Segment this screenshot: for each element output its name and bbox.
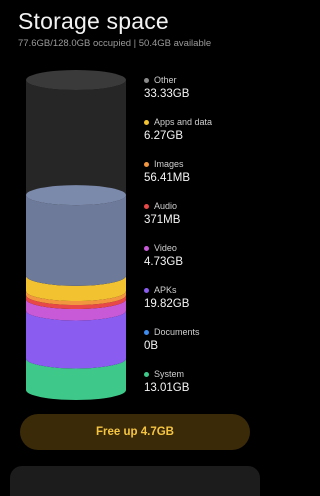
legend-label: Images <box>154 159 184 169</box>
legend-value: 4.73GB <box>144 256 183 268</box>
apks-dot-icon <box>144 287 149 293</box>
legend-value: 6.27GB <box>144 130 183 142</box>
legend-item-other[interactable]: Other 33.33GB <box>144 74 264 116</box>
cylinder-segment-other <box>26 195 126 286</box>
cylinder-fill-top <box>26 185 126 206</box>
legend-value: 56.41MB <box>144 172 191 184</box>
apps-dot-icon <box>144 119 149 125</box>
legend-label: Apps and data <box>154 117 213 127</box>
legend-label: Other <box>154 75 177 85</box>
other-dot-icon <box>144 77 149 83</box>
bottom-panel <box>10 466 260 496</box>
legend-item-system[interactable]: System 13.01GB <box>144 368 264 410</box>
legend-label: System <box>154 369 185 379</box>
legend-item-apks[interactable]: APKs 19.82GB <box>144 284 264 326</box>
video-dot-icon <box>144 245 149 251</box>
documents-dot-icon <box>144 329 149 335</box>
page-title: Storage space <box>18 8 169 34</box>
storage-legend: Other 33.33GB Apps and data 6.27GB Image… <box>144 74 264 410</box>
legend-label: Audio <box>154 201 178 211</box>
legend-label: Video <box>154 243 177 253</box>
free-up-button[interactable]: Free up 4.7GB <box>20 414 250 450</box>
cylinder-top-cap <box>26 70 126 90</box>
legend-item-apps-and-data[interactable]: Apps and data 6.27GB <box>144 116 264 158</box>
legend-value: 0B <box>144 340 159 352</box>
legend-value: 33.33GB <box>144 88 190 100</box>
legend-item-audio[interactable]: Audio 371MB <box>144 200 264 242</box>
storage-cylinder-chart <box>26 70 126 400</box>
legend-item-images[interactable]: Images 56.41MB <box>144 158 264 200</box>
legend-label: APKs <box>154 285 177 295</box>
storage-summary: 77.6GB/128.0GB occupied | 50.4GB availab… <box>18 38 212 49</box>
audio-dot-icon <box>144 203 149 209</box>
legend-item-documents[interactable]: Documents 0B <box>144 326 264 368</box>
legend-item-video[interactable]: Video 4.73GB <box>144 242 264 284</box>
system-dot-icon <box>144 371 149 377</box>
images-dot-icon <box>144 161 149 167</box>
legend-value: 371MB <box>144 214 181 226</box>
legend-value: 13.01GB <box>144 382 190 394</box>
cylinder-body <box>26 70 126 400</box>
legend-value: 19.82GB <box>144 298 190 310</box>
legend-label: Documents <box>154 327 200 337</box>
